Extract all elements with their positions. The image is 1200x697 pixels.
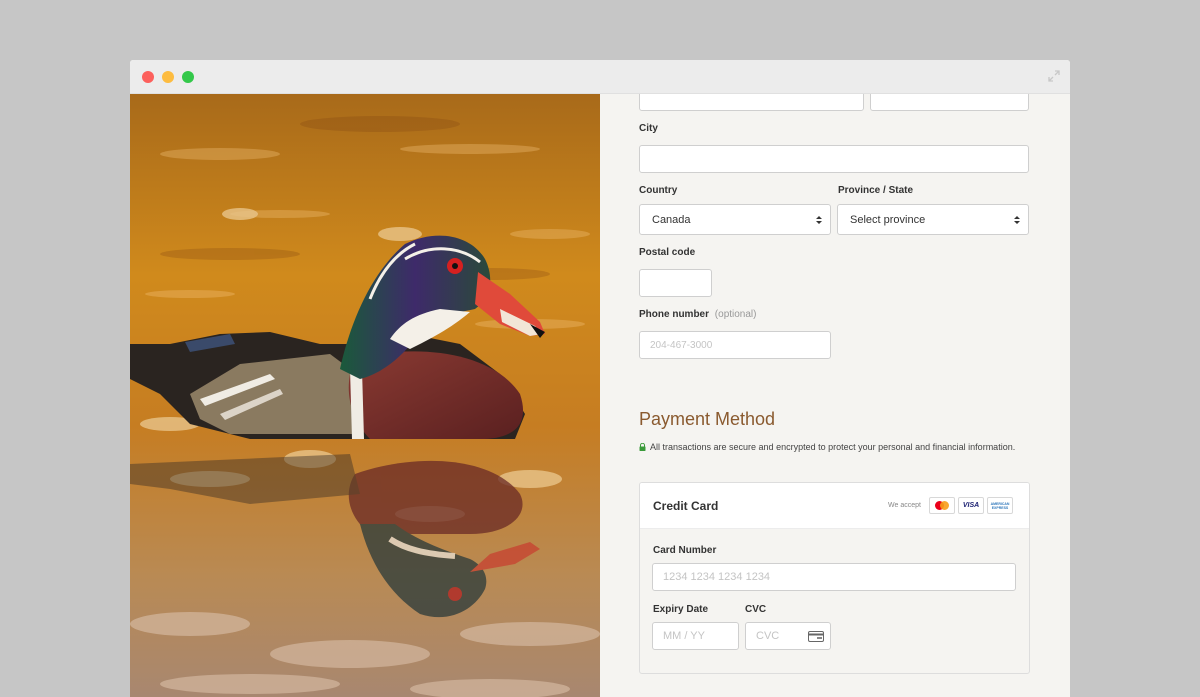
mastercard-icon	[929, 497, 955, 514]
we-accept-text: We accept	[888, 502, 921, 509]
card-cvc-icon	[808, 631, 824, 642]
minimize-window-button[interactable]	[162, 71, 174, 83]
postal-code-input[interactable]	[639, 269, 712, 297]
country-label: Country	[639, 185, 678, 196]
phone-label-text: Phone number	[639, 309, 710, 320]
visa-icon: VISA	[958, 497, 984, 514]
credit-card-title: Credit Card	[653, 499, 719, 513]
postal-code-label: Postal code	[639, 247, 696, 258]
checkout-form: City Country Canada Province / State Sel…	[600, 94, 1070, 697]
card-number-label: Card Number	[653, 545, 717, 556]
select-arrows-icon	[816, 215, 822, 224]
amex-logo-text: AMERICAN EXPRESS	[990, 501, 1010, 510]
phone-optional-text: (optional)	[714, 309, 757, 320]
cvc-label: CVC	[745, 604, 767, 615]
close-window-button[interactable]	[142, 71, 154, 83]
browser-window: City Country Canada Province / State Sel…	[130, 60, 1070, 697]
expand-icon[interactable]	[1048, 70, 1060, 82]
secure-note: All transactions are secure and encrypte…	[639, 442, 1015, 452]
province-label: Province / State	[838, 185, 914, 196]
cvc-placeholder: CVC	[756, 630, 780, 642]
cvc-input[interactable]: CVC	[745, 622, 831, 650]
city-label: City	[639, 123, 658, 134]
amex-icon: AMERICAN EXPRESS	[987, 497, 1013, 514]
apartment-input[interactable]	[870, 94, 1029, 111]
country-select-value: Canada	[652, 213, 691, 226]
province-select[interactable]: Select province	[837, 204, 1029, 235]
visa-logo-text: VISA	[962, 502, 980, 509]
window-titlebar	[130, 60, 1070, 94]
lock-icon	[639, 443, 646, 451]
city-input[interactable]	[639, 145, 1029, 173]
credit-card-header: Credit Card We accept VISA AMERICAN EXPR…	[640, 483, 1029, 529]
credit-card-panel: Credit Card We accept VISA AMERICAN EXPR…	[639, 482, 1030, 674]
phone-input[interactable]: 204-467-3000	[639, 331, 831, 359]
secure-note-text: All transactions are secure and encrypte…	[650, 442, 1016, 452]
maximize-window-button[interactable]	[182, 71, 194, 83]
address-line-input[interactable]	[639, 94, 864, 111]
wood-duck-photo	[130, 94, 600, 697]
payment-method-title: Payment Method	[639, 409, 776, 429]
province-select-value: Select province	[850, 213, 926, 226]
expiry-date-label: Expiry Date	[653, 604, 709, 615]
expiry-date-input[interactable]: MM / YY	[652, 622, 739, 650]
country-select[interactable]: Canada	[639, 204, 831, 235]
card-number-input[interactable]: 1234 1234 1234 1234	[652, 563, 1016, 591]
phone-label: Phone number (optional)	[639, 309, 757, 320]
select-arrows-icon	[1014, 215, 1020, 224]
mastercard-logo	[935, 501, 949, 510]
